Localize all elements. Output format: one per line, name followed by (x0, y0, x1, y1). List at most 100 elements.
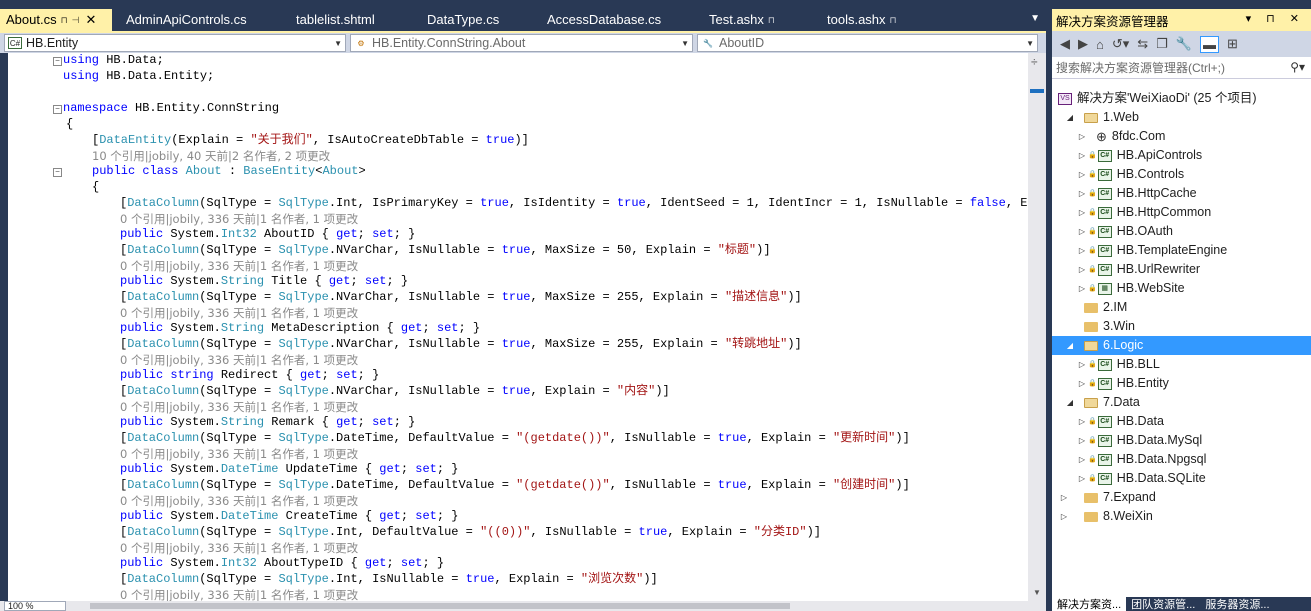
vertical-scrollbar[interactable]: ÷ ▼ (1028, 53, 1046, 601)
tree-folder-7-expand[interactable]: ▷ 7.Expand (1058, 488, 1156, 507)
expanded-arrow-icon[interactable]: ◢ (1064, 336, 1076, 355)
tab-tablelist-shtml[interactable]: tablelist.shtml (282, 9, 413, 31)
tab-team-explorer[interactable]: 团队资源管... (1126, 597, 1200, 611)
expanded-arrow-icon[interactable]: ◢ (1064, 393, 1076, 412)
tree-folder-2-im[interactable]: 2.IM (1064, 298, 1127, 317)
home-icon[interactable]: ⌂ (1096, 37, 1104, 52)
tree-project-hb-apicontrols[interactable]: ▷ 🔒 C# HB.ApiControls (1076, 146, 1202, 165)
pin-icon[interactable]: ⊓ (890, 9, 897, 31)
collapse-class-icon[interactable]: − (53, 168, 62, 177)
collapsed-arrow-icon[interactable]: ▷ (1076, 127, 1088, 146)
collapsed-arrow-icon[interactable]: ▷ (1076, 450, 1088, 469)
tree-project-hb-templateengine[interactable]: ▷ 🔒 C# HB.TemplateEngine (1076, 241, 1227, 260)
collapsed-arrow-icon[interactable]: ▷ (1076, 374, 1088, 393)
expanded-arrow-icon[interactable]: ◢ (1064, 108, 1076, 127)
code-text-area[interactable]: − using HB.Data; using HB.Data.Entity; −… (8, 53, 1028, 601)
scroll-down-icon[interactable]: ▼ (1033, 588, 1041, 597)
collapsed-arrow-icon[interactable]: ▷ (1076, 260, 1088, 279)
zoom-level-dropdown[interactable]: 100 % (4, 601, 66, 611)
codelens-info[interactable]: 0 个引用|jobily, 336 天前|1 名作者, 1 项更改 (120, 541, 358, 557)
close-icon[interactable]: ✕ (85, 9, 96, 31)
scrollbar-thumb[interactable] (90, 603, 790, 609)
collapsed-arrow-icon[interactable]: ▷ (1076, 412, 1088, 431)
back-icon[interactable]: ◀ (1060, 36, 1070, 52)
collapse-all-icon[interactable]: ▬ (1200, 35, 1220, 53)
tree-folder-7-data[interactable]: ◢ 7.Data (1064, 393, 1140, 412)
tree-project-hb-data-npgsql[interactable]: ▷ 🔒 C# HB.Data.Npgsql (1076, 450, 1206, 469)
codelens-info[interactable]: 0 个引用|jobily, 336 天前|1 名作者, 1 项更改 (120, 588, 358, 601)
codelens-info[interactable]: 0 个引用|jobily, 336 天前|1 名作者, 1 项更改 (120, 447, 358, 463)
tree-project-hb-controls[interactable]: ▷ 🔒 C# HB.Controls (1076, 165, 1184, 184)
forward-icon[interactable]: ▶ (1078, 36, 1088, 52)
codelens-info[interactable]: 10 个引用|jobily, 40 天前|2 名作者, 2 项更改 (92, 149, 330, 165)
class-view-icon[interactable]: ⊞ (1227, 36, 1238, 52)
collapse-namespace-icon[interactable]: − (53, 105, 62, 114)
collapsed-arrow-icon[interactable]: ▷ (1058, 488, 1070, 507)
collapsed-arrow-icon[interactable]: ▷ (1076, 203, 1088, 222)
tab-datatype-cs[interactable]: DataType.cs (413, 9, 533, 31)
collapsed-arrow-icon[interactable]: ▷ (1076, 222, 1088, 241)
keep-open-icon[interactable]: ⊣ (72, 9, 80, 31)
copy-icon[interactable]: ❐ (1156, 36, 1168, 52)
tree-project-hb-entity[interactable]: ▷ 🔒 C# HB.Entity (1076, 374, 1169, 393)
tab-overflow-icon[interactable]: ▼ (1030, 13, 1040, 24)
tree-project-hb-data-sqlite[interactable]: ▷ 🔒 C# HB.Data.SQLite (1076, 469, 1206, 488)
scrollbar-thumb[interactable] (1030, 89, 1044, 93)
tree-folder-3-win[interactable]: 3.Win (1064, 317, 1135, 336)
collapsed-arrow-icon[interactable]: ▷ (1076, 355, 1088, 374)
class-dropdown[interactable]: ⚙ HB.Entity.ConnString.About ▼ (350, 34, 693, 52)
properties-icon[interactable]: 🔧 (1176, 36, 1192, 52)
tab-solution-explorer[interactable]: 解决方案资... (1052, 597, 1127, 611)
collapsed-arrow-icon[interactable]: ▷ (1076, 146, 1088, 165)
document-tab-bar: About.cs ⊓ ⊣ ✕ AdminApiControls.cs table… (0, 9, 1046, 31)
collapsed-arrow-icon[interactable]: ▷ (1076, 431, 1088, 450)
tree-project-hb-data-mysql[interactable]: ▷ 🔒 C# HB.Data.MySql (1076, 431, 1202, 450)
tab-about-cs[interactable]: About.cs ⊓ ⊣ ✕ (0, 9, 112, 31)
tab-accessdatabase-cs[interactable]: AccessDatabase.cs (533, 9, 695, 31)
search-icon[interactable]: ⚲▾ (1290, 60, 1305, 74)
project-dropdown[interactable]: C# HB.Entity ▼ (4, 34, 346, 52)
pin-icon[interactable]: ⊓ (61, 9, 68, 31)
collapsed-arrow-icon[interactable]: ▷ (1076, 165, 1088, 184)
tab-test-ashx[interactable]: Test.ashx ⊓ (695, 9, 813, 31)
tree-project-hb-urlrewriter[interactable]: ▷ 🔒 C# HB.UrlRewriter (1076, 260, 1200, 279)
codelens-info[interactable]: 0 个引用|jobily, 336 天前|1 名作者, 1 项更改 (120, 353, 358, 369)
collapse-using-icon[interactable]: − (53, 57, 62, 66)
collapsed-arrow-icon[interactable]: ▷ (1058, 507, 1070, 526)
split-window-icon[interactable]: ÷ (1031, 55, 1038, 69)
collapsed-arrow-icon[interactable]: ▷ (1076, 184, 1088, 203)
sync-icon[interactable]: ⇆ (1137, 36, 1148, 52)
history-icon[interactable]: ↺▾ (1112, 36, 1129, 52)
codelens-info[interactable]: 0 个引用|jobily, 336 天前|1 名作者, 1 项更改 (120, 494, 358, 510)
horizontal-scrollbar[interactable] (0, 601, 1046, 611)
tree-folder-6-logic[interactable]: ◢ 6.Logic (1052, 336, 1311, 355)
tree-project-8fdc-com[interactable]: ▷ ⊕ 8fdc.Com (1076, 127, 1165, 146)
collapsed-arrow-icon[interactable]: ▷ (1076, 469, 1088, 488)
tab-server-explorer[interactable]: 服务器资源... (1200, 597, 1274, 611)
code-line: [DataColumn(SqlType = SqlType.Int, IsNul… (120, 572, 658, 586)
member-dropdown[interactable]: 🔧 AboutID ▼ (697, 34, 1038, 52)
tree-project-hb-data[interactable]: ▷ 🔒 C# HB.Data (1076, 412, 1164, 431)
codelens-info[interactable]: 0 个引用|jobily, 336 天前|1 名作者, 1 项更改 (120, 306, 358, 322)
codelens-info[interactable]: 0 个引用|jobily, 336 天前|1 名作者, 1 项更改 (120, 212, 358, 228)
tree-folder-1-web[interactable]: ◢ 1.Web (1064, 108, 1139, 127)
lock-icon: 🔒 (1088, 418, 1097, 425)
code-line: public string Redirect { get; set; } (120, 368, 380, 382)
code-line: [DataColumn(SqlType = SqlType.NVarChar, … (120, 243, 771, 257)
codelens-info[interactable]: 0 个引用|jobily, 336 天前|1 名作者, 1 项更改 (120, 400, 358, 416)
collapsed-arrow-icon[interactable]: ▷ (1076, 241, 1088, 260)
tab-adminapicontrols-cs[interactable]: AdminApiControls.cs (112, 9, 282, 31)
tree-project-hb-bll[interactable]: ▷ 🔒 C# HB.BLL (1076, 355, 1160, 374)
tree-folder-8-weixin[interactable]: ▷ 8.WeiXin (1058, 507, 1153, 526)
tree-project-hb-oauth[interactable]: ▷ 🔒 C# HB.OAuth (1076, 222, 1173, 241)
pin-icon[interactable]: ⊓ (768, 9, 775, 31)
tree-project-hb-website[interactable]: ▷ 🔒 ▦ HB.WebSite (1076, 279, 1185, 298)
tab-tools-ashx[interactable]: tools.ashx ⊓ (813, 9, 933, 31)
panel-controls[interactable]: ▾ ⊓ ✕ (1246, 12, 1305, 25)
collapsed-arrow-icon[interactable]: ▷ (1076, 279, 1088, 298)
explorer-search-field[interactable]: 搜索解决方案资源管理器(Ctrl+;) ⚲▾ (1052, 57, 1311, 79)
tree-project-hb-httpcache[interactable]: ▷ 🔒 C# HB.HttpCache (1076, 184, 1197, 203)
codelens-info[interactable]: 0 个引用|jobily, 336 天前|1 名作者, 1 项更改 (120, 259, 358, 275)
tree-solution-root[interactable]: VS 解决方案'WeiXiaoDi' (25 个项目) (1058, 89, 1257, 108)
tree-project-hb-httpcommon[interactable]: ▷ 🔒 C# HB.HttpCommon (1076, 203, 1211, 222)
